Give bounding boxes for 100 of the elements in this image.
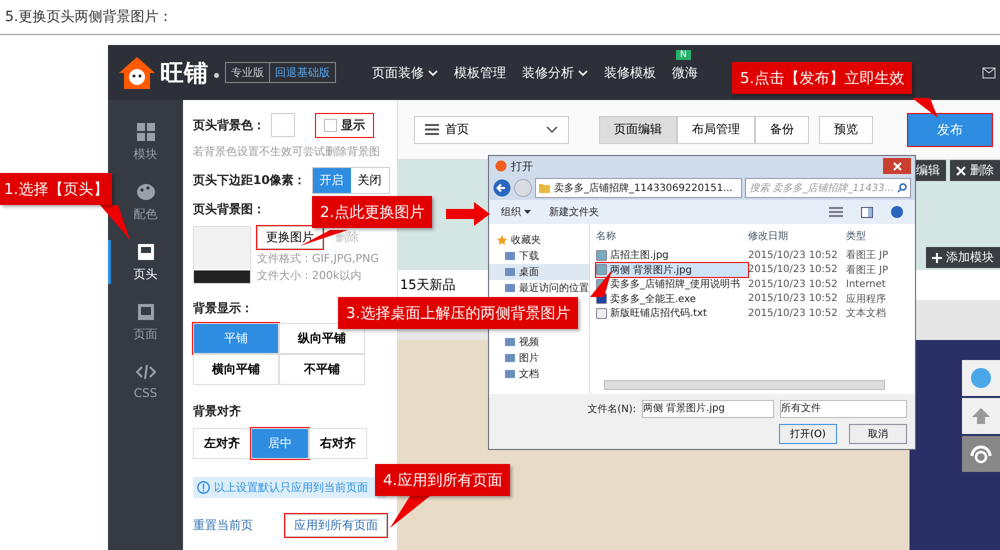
column-header[interactable]: 修改日期: [748, 229, 846, 243]
nav-item[interactable]: 模板管理: [454, 64, 506, 82]
sidebar-item[interactable]: 页头: [134, 236, 158, 284]
sidebar-item[interactable]: CSS: [134, 356, 158, 404]
navigation-item[interactable]: 图片: [489, 350, 589, 366]
view-options-icon[interactable]: [829, 207, 843, 217]
caret-icon: [524, 210, 531, 214]
edition-label: 专业版: [226, 63, 270, 82]
callout-label: 5.点击【发布】立即生效: [732, 62, 912, 94]
mode-tab[interactable]: 页面编辑: [599, 116, 677, 144]
column-header[interactable]: 类型: [846, 229, 866, 243]
grid-icon: [136, 122, 156, 142]
cancel-button[interactable]: 取消: [849, 424, 907, 444]
apply-all-button[interactable]: 应用到所有页面: [285, 514, 387, 537]
palette-icon: [136, 182, 156, 202]
scrollbar[interactable]: [604, 380, 885, 390]
new-folder-button[interactable]: 新建文件夹: [549, 205, 599, 219]
chat-bubble-icon[interactable]: [962, 360, 1000, 396]
pointer-arrow: [390, 496, 430, 528]
sidebar-item[interactable]: 模块: [134, 116, 158, 164]
file-name[interactable]: 店招主图.jpg: [596, 248, 748, 262]
section-title: 15天新品: [400, 277, 456, 294]
display-option[interactable]: 不平铺: [279, 354, 365, 385]
display-option[interactable]: 平铺: [193, 323, 279, 354]
navigation-item[interactable]: 文档: [489, 366, 589, 382]
align-option[interactable]: 左对齐: [193, 428, 251, 459]
preview-pane-icon[interactable]: [861, 206, 873, 218]
navigation-item[interactable]: 最近访问的位置: [489, 280, 589, 296]
add-module-button[interactable]: 添加模块: [926, 247, 1000, 268]
file-format-text: 文件格式：GIF,JPG,PNG: [257, 251, 379, 266]
align-option[interactable]: 右对齐: [309, 428, 367, 459]
headset-icon[interactable]: [962, 436, 1000, 472]
color-swatch[interactable]: [271, 113, 295, 137]
field-label: 页头背景图：: [193, 201, 265, 218]
dialog-title: 打开: [511, 158, 533, 174]
folder-icon: [539, 183, 550, 193]
hint-text: 若背景色设置不生效可尝试删除背景图: [193, 144, 381, 159]
file-icon: [596, 264, 607, 276]
app-logo-icon: [495, 160, 507, 172]
sidebar-item[interactable]: 页面: [134, 296, 158, 344]
align-option[interactable]: 居中: [251, 428, 309, 459]
mail-icon[interactable]: [982, 66, 996, 78]
preview-button[interactable]: 预览: [819, 116, 873, 144]
callout-label: 4.应用到所有页面: [375, 464, 510, 496]
navigation-item[interactable]: 视频: [489, 334, 589, 350]
pointer-arrow: [446, 202, 490, 226]
open-button[interactable]: 打开(O): [779, 424, 837, 444]
file-date: 2015/10/23 10:52: [748, 250, 839, 261]
field-label: 背景显示：: [193, 300, 253, 317]
house-logo-icon: [118, 56, 156, 90]
navigation-item[interactable]: 桌面: [489, 264, 589, 280]
mode-tab[interactable]: 备份: [755, 116, 809, 144]
navigation-item[interactable]: 下载: [489, 248, 589, 264]
display-option[interactable]: 横向平铺: [193, 354, 279, 385]
page-layout-icon: [136, 302, 156, 322]
callout-label: 2.点此更换图片: [312, 196, 432, 228]
menu-icon: [425, 124, 439, 135]
page-select-value: 首页: [445, 121, 470, 138]
fallback-link[interactable]: 回退基础版: [270, 63, 335, 82]
file-type: 应用程序: [846, 292, 886, 306]
file-type-select[interactable]: 所有文件: [780, 400, 907, 418]
callout-label: 3.选择桌面上解压的两侧背景图片: [338, 297, 578, 329]
organize-menu[interactable]: 组织: [501, 205, 531, 219]
search-icon: [897, 183, 907, 193]
toggle-option[interactable]: 开启: [312, 168, 351, 192]
file-type: 看图王 JP: [846, 248, 888, 262]
close-button[interactable]: [883, 158, 911, 174]
header-layout-icon: [136, 242, 156, 262]
file-name[interactable]: 新版旺铺店招代码.txt: [596, 306, 748, 320]
chevron-down-icon: [546, 126, 558, 133]
show-checkbox[interactable]: 显示: [318, 116, 371, 134]
navigation-item[interactable]: 收藏夹: [489, 232, 589, 248]
page-select[interactable]: 首页: [414, 116, 569, 144]
callout-label: 1.选择【页头】: [0, 173, 112, 205]
file-size-text: 文件大小：200k以内: [257, 268, 362, 283]
column-header[interactable]: 名称: [596, 229, 748, 243]
field-label: 页头背景色：: [193, 116, 265, 134]
file-date: 2015/10/23 10:52: [748, 293, 839, 304]
help-icon[interactable]: [891, 206, 903, 218]
display-option[interactable]: 纵向平铺: [279, 323, 365, 354]
file-date: 2015/10/23 10:52: [748, 308, 839, 319]
nav-item[interactable]: 微海: [672, 64, 698, 82]
sidebar-item[interactable]: 配色: [134, 176, 158, 224]
reset-link[interactable]: 重置当前页: [193, 517, 253, 534]
info-icon: [197, 481, 210, 494]
publish-button[interactable]: 发布: [908, 114, 992, 146]
nav-item[interactable]: 装修分析: [522, 64, 588, 82]
back-icon[interactable]: [493, 179, 511, 197]
close-icon: [956, 166, 966, 176]
address-bar[interactable]: 卖多多_店铺招牌_11433069220151...: [535, 178, 742, 198]
field-label: 背景对齐: [193, 403, 241, 420]
delete-button[interactable]: 删除: [950, 160, 1000, 181]
file-name[interactable]: 两侧 背景图片.jpg: [596, 262, 748, 277]
file-type: 文本文档: [846, 306, 886, 320]
file-type: Internet: [846, 278, 886, 290]
mode-tab[interactable]: 布局管理: [677, 116, 755, 144]
nav-item[interactable]: 装修模板: [604, 64, 656, 82]
caret-icon: [578, 70, 588, 76]
nav-item[interactable]: 页面装修: [372, 64, 438, 82]
filename-field[interactable]: 两侧 背景图片.jpg: [642, 400, 774, 418]
